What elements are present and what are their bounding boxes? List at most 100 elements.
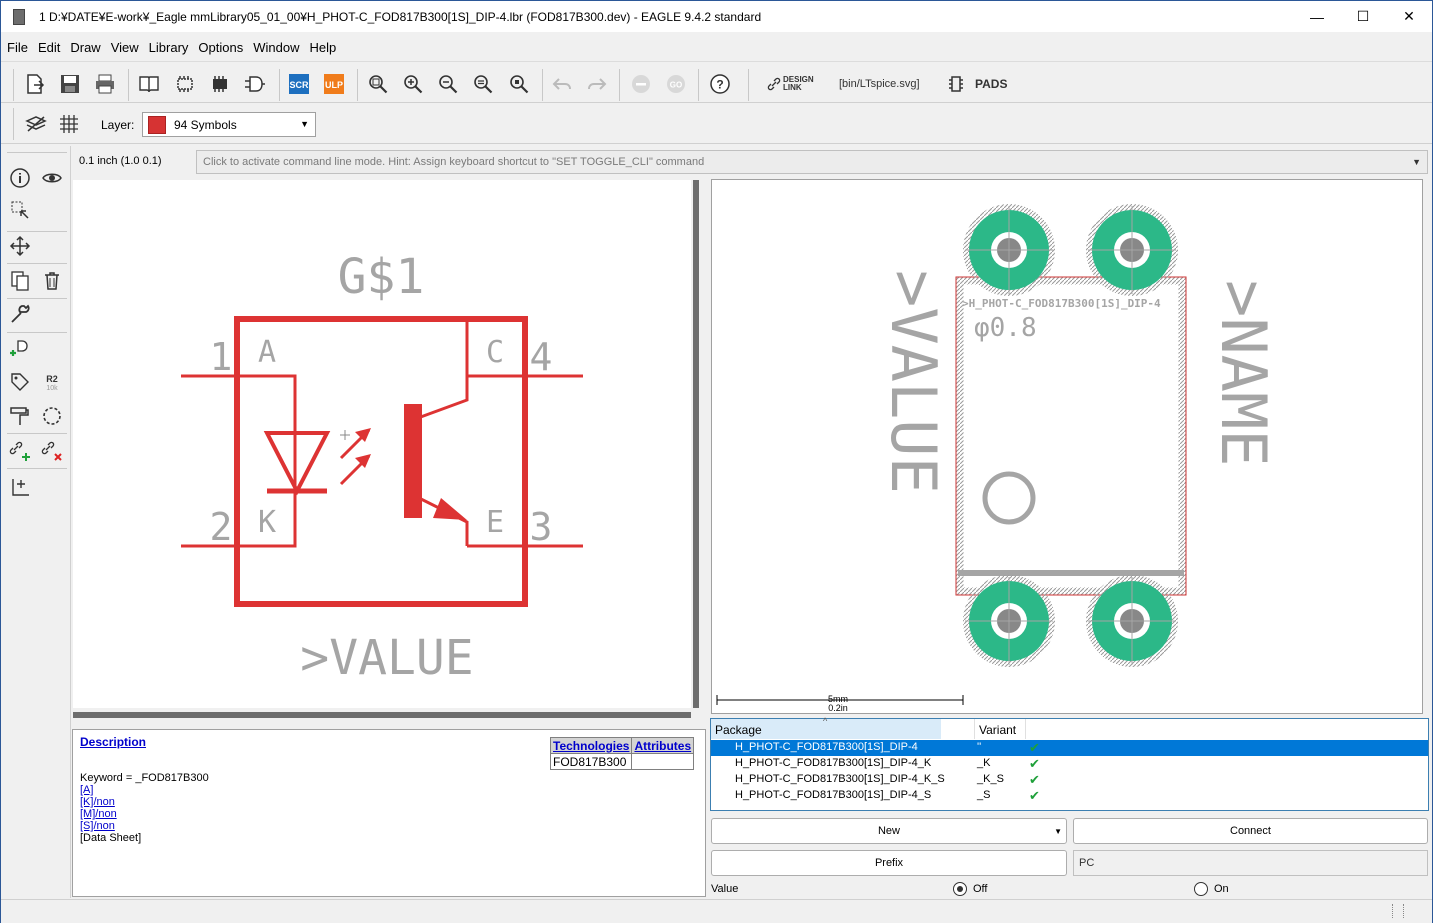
variant-name: '' [977, 741, 982, 753]
zoom-redraw-icon[interactable] [470, 71, 496, 97]
datasheet-line: [Data Sheet] [80, 832, 142, 844]
symbol-gate-icon[interactable] [242, 71, 268, 97]
rotate-circle-icon[interactable] [39, 403, 65, 429]
prefix-field[interactable]: PC [1073, 850, 1428, 876]
resize-grip-icon[interactable] [1392, 904, 1404, 918]
table-row[interactable]: H_PHOT-C_FOD817B300[1S]_DIP-4_S _S ✔ [711, 788, 1428, 804]
package-dip-icon[interactable] [172, 71, 198, 97]
design-link-button[interactable]: DESIGN LINK [767, 76, 819, 92]
go-icon[interactable]: GO [663, 71, 689, 97]
zoom-in-icon[interactable] [400, 71, 426, 97]
palette-separator [7, 433, 67, 434]
link-k-non[interactable]: [K]/non [80, 796, 209, 808]
table-row[interactable]: H_PHOT-C_FOD817B300[1S]_DIP-4_K _K ✔ [711, 756, 1428, 772]
zoom-out-icon[interactable] [435, 71, 461, 97]
grid-info: 0.1 inch (1.0 0.1) [79, 155, 162, 167]
svg-text:ULP: ULP [325, 80, 343, 90]
horizontal-scrollbar[interactable] [73, 712, 691, 718]
move-icon[interactable] [7, 233, 33, 259]
wrench-icon[interactable] [7, 301, 33, 327]
show-eye-icon[interactable] [39, 165, 65, 191]
menu-draw[interactable]: Draw [65, 40, 105, 55]
palette-separator [7, 332, 67, 333]
undo-icon[interactable] [549, 71, 575, 97]
select-group-icon[interactable] [7, 197, 33, 223]
device-icon[interactable] [207, 71, 233, 97]
symbol-value-label: >VALUE [300, 630, 473, 686]
radio-checked[interactable] [953, 882, 967, 896]
smash-paint-icon[interactable] [7, 403, 33, 429]
table-row[interactable]: H_PHOT-C_FOD817B300[1S]_DIP-4 '' ✔ [711, 740, 1428, 756]
package-preview[interactable]: >VALUE >NAME >H_PHOT-C_FOD817B300[1S]_DI… [711, 179, 1423, 714]
delete-trash-icon[interactable] [39, 268, 65, 294]
svg-text:GO: GO [670, 81, 682, 90]
open-icon[interactable] [22, 71, 48, 97]
pin-number-2: 2 [210, 505, 233, 549]
menu-edit[interactable]: Edit [33, 40, 65, 55]
keyword-line: Keyword = _FOD817B300 [80, 772, 209, 784]
new-button[interactable]: New ▼ [711, 818, 1067, 844]
ulp-button[interactable]: ULP [321, 71, 347, 97]
menu-window[interactable]: Window [248, 40, 304, 55]
technologies-table: Technologies Attributes FOD817B300 [549, 737, 695, 770]
pad-1 [963, 204, 1055, 296]
menu-file[interactable]: File [1, 40, 33, 55]
add-part-icon[interactable] [7, 336, 33, 362]
redo-icon[interactable] [584, 71, 610, 97]
copy-icon[interactable] [7, 268, 33, 294]
value-off-label: Off [973, 883, 988, 895]
toolbar-grip [13, 69, 14, 101]
maximize-button[interactable]: ☐ [1340, 1, 1386, 32]
menu-view[interactable]: View [106, 40, 144, 55]
script-button[interactable]: SCR [286, 71, 312, 97]
package-name: H_PHOT-C_FOD817B300[1S]_DIP-4 [735, 741, 918, 753]
save-icon[interactable] [57, 71, 83, 97]
technologies-link[interactable]: Technologies [549, 737, 633, 754]
chevron-down-icon[interactable]: ▼ [1412, 157, 1421, 167]
dimension-icon[interactable] [7, 474, 33, 500]
print-icon[interactable] [92, 71, 118, 97]
connect-link-remove-icon[interactable] [39, 438, 65, 464]
command-line[interactable]: Click to activate command line mode. Hin… [196, 150, 1428, 174]
link-s-non[interactable]: [S]/non [80, 820, 209, 832]
help-icon[interactable]: ? [707, 71, 733, 97]
chevron-down-icon: ▼ [300, 119, 309, 129]
description-link[interactable]: Description [80, 735, 146, 749]
scrollbar-thumb[interactable] [693, 180, 699, 708]
technology-cell[interactable]: FOD817B300 [549, 753, 633, 770]
menu-library[interactable]: Library [144, 40, 194, 55]
menu-options[interactable]: Options [193, 40, 248, 55]
library-book-icon[interactable] [136, 71, 162, 97]
grid-icon[interactable] [56, 111, 82, 137]
zoom-select-icon[interactable] [506, 71, 532, 97]
link-m-non[interactable]: [M]/non [80, 808, 209, 820]
close-button[interactable]: ✕ [1386, 1, 1432, 32]
column-variant[interactable]: Variant [974, 719, 1026, 739]
layers-icon[interactable] [23, 111, 49, 137]
palette-separator [7, 231, 67, 232]
connect-link-add-icon[interactable] [7, 438, 33, 464]
pin-name-a: A [258, 335, 276, 370]
value-on-radio[interactable]: On [1194, 882, 1229, 896]
radio-unchecked[interactable] [1194, 882, 1208, 896]
minimize-button[interactable]: — [1294, 1, 1340, 32]
ltspice-button[interactable]: [bin/LTspice.svg] [839, 78, 920, 90]
table-row[interactable]: H_PHOT-C_FOD817B300[1S]_DIP-4_K_S _K_S ✔ [711, 772, 1428, 788]
led-triangle [263, 431, 331, 496]
stop-icon[interactable] [628, 71, 654, 97]
zoom-fit-icon[interactable] [365, 71, 391, 97]
toolbar-separator [542, 69, 543, 101]
prefix-button[interactable]: Prefix [711, 850, 1067, 876]
value-off-radio[interactable]: Off [953, 882, 987, 896]
attributes-link[interactable]: Attributes [631, 737, 695, 754]
link-a[interactable]: [A] [80, 784, 209, 796]
layer-select[interactable]: 94 Symbols ▼ [142, 112, 316, 137]
tag-name-icon[interactable] [7, 369, 33, 395]
info-icon[interactable] [7, 165, 33, 191]
menu-help[interactable]: Help [304, 40, 341, 55]
pads-button[interactable]: PADS [947, 75, 1007, 93]
connect-button[interactable]: Connect [1073, 818, 1428, 844]
symbol-canvas[interactable]: G$1 1 A 2 K 4 C 3 E >VALUE [73, 180, 691, 708]
value-r2-icon[interactable]: R2 10k [39, 369, 65, 395]
vertical-scrollbar[interactable] [693, 180, 699, 708]
